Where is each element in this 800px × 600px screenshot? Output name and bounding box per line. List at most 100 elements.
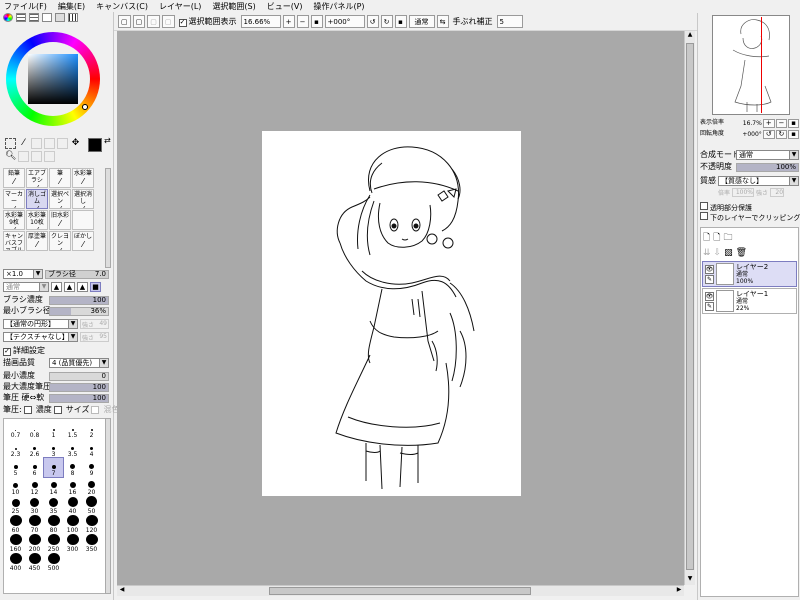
- nav-zoom-out-button[interactable]: −: [775, 118, 788, 128]
- brush-size-6[interactable]: 2.6: [25, 439, 44, 458]
- scratchpad-tab-icon[interactable]: [55, 13, 65, 22]
- tool-0-2[interactable]: 筆 ⁄: [49, 168, 71, 188]
- flip-button[interactable]: ⇆: [436, 15, 449, 28]
- tool-2-1[interactable]: 水彩筆10枚⁄: [26, 210, 48, 230]
- new-linework-layer-icon[interactable]: 🗋: [713, 230, 720, 246]
- view-mode-button[interactable]: 通常: [408, 15, 435, 28]
- show-selection-toggle[interactable]: ✓ 選択範囲表示: [177, 16, 239, 27]
- brush-size-18[interactable]: 16: [63, 477, 82, 496]
- brush-size-14[interactable]: 9: [82, 458, 101, 477]
- rotate-reset-button[interactable]: ▪: [394, 15, 407, 28]
- brush-size-7[interactable]: 3: [44, 439, 63, 458]
- tool-1-3[interactable]: 選択消し⁄: [72, 189, 94, 209]
- eye-icon[interactable]: 👁: [705, 264, 714, 274]
- max-density-slider[interactable]: 100: [49, 382, 109, 392]
- new-folder-icon[interactable]: 🗀: [724, 230, 733, 246]
- brush-size-12[interactable]: 7: [43, 457, 64, 478]
- pencil-icon[interactable]: ✎: [705, 274, 714, 284]
- brush-size-27[interactable]: 80: [44, 515, 63, 534]
- blend-mode-dropdown[interactable]: 通常 ▼: [736, 150, 799, 160]
- zoom-reset-button[interactable]: ▪: [310, 15, 323, 28]
- horizontal-scroll-thumb[interactable]: [269, 587, 531, 595]
- brush-size-33[interactable]: 300: [63, 534, 82, 553]
- menu-item-4[interactable]: 選択範囲(S): [212, 1, 255, 12]
- tool-3-2[interactable]: クレヨン⁄: [49, 231, 71, 251]
- brush-density-slider[interactable]: 100: [49, 295, 109, 305]
- quality-dropdown[interactable]: 4 (品質優先) ▼: [49, 358, 109, 368]
- eyedropper-icon[interactable]: ⁄: [18, 138, 29, 149]
- swatches-tab-icon[interactable]: [68, 13, 78, 22]
- brush-size-26[interactable]: 70: [25, 515, 44, 534]
- deselect-button[interactable]: ▢: [118, 15, 131, 28]
- edge-medium-icon[interactable]: ▲: [64, 282, 75, 292]
- tool-0-3[interactable]: 水彩筆 ⁄: [72, 168, 94, 188]
- eye-icon[interactable]: 👁: [705, 291, 714, 301]
- menu-item-2[interactable]: キャンバス(C): [96, 1, 148, 12]
- scroll-up-arrow-icon[interactable]: ▲: [685, 31, 695, 41]
- brush-size-23[interactable]: 40: [63, 496, 82, 515]
- saturation-value-square[interactable]: [28, 54, 78, 104]
- nav-zoom-reset-button[interactable]: ▪: [788, 118, 799, 128]
- opacity-slider[interactable]: 100%: [736, 162, 799, 172]
- brush-size-29[interactable]: 120: [82, 515, 101, 534]
- edge-soft-icon[interactable]: ▲: [77, 282, 88, 292]
- tool-3-3[interactable]: ぼかし ⁄: [72, 231, 94, 251]
- layer-row[interactable]: 👁 ✎ レイヤー2 通常 100%: [702, 261, 797, 287]
- vertical-scrollbar[interactable]: ▲ ▼: [684, 31, 695, 585]
- brush-size-35[interactable]: 400: [6, 553, 25, 572]
- brush-size-2[interactable]: 1: [44, 420, 63, 439]
- tool-1-1[interactable]: 消しゴム⁄: [26, 189, 48, 209]
- brush-size-22[interactable]: 35: [44, 496, 63, 515]
- brush-size-9[interactable]: 4: [82, 439, 101, 458]
- nav-rotate-left-button[interactable]: ↺: [762, 129, 775, 139]
- clear-layer-icon[interactable]: ▧: [724, 248, 733, 258]
- brush-size-1[interactable]: 0.8: [25, 420, 44, 439]
- pressure-mix-checkbox[interactable]: [91, 406, 100, 414]
- pencil-icon[interactable]: ✎: [705, 301, 714, 311]
- nav-rotate-right-button[interactable]: ↻: [775, 129, 788, 139]
- tool-2-2[interactable]: 旧水彩 ⁄: [49, 210, 71, 230]
- transfer-down-icon[interactable]: ⇊: [703, 248, 711, 258]
- pressure-slider[interactable]: 100: [49, 393, 109, 403]
- brush-size-20[interactable]: 25: [6, 496, 25, 515]
- tool-2-0[interactable]: 水彩筆9枚⁄: [3, 210, 25, 230]
- brush-size-25[interactable]: 60: [6, 515, 25, 534]
- color-picker-handle[interactable]: [82, 104, 88, 110]
- tool-0-1[interactable]: エアブラシ⁄: [26, 168, 48, 188]
- scroll-down-arrow-icon[interactable]: ▼: [685, 575, 695, 585]
- pressure-size-checkbox[interactable]: [53, 406, 62, 414]
- clipping-toggle[interactable]: 下のレイヤーでクリッピング: [700, 212, 800, 223]
- detail-settings-toggle[interactable]: ✓ 詳細設定: [3, 346, 45, 356]
- scroll-left-arrow-icon[interactable]: ◀: [117, 586, 127, 596]
- menu-item-0[interactable]: ファイル(F): [4, 1, 47, 12]
- layer-row[interactable]: 👁 ✎ レイヤー1 通常 22%: [702, 288, 797, 314]
- min-brush-size-slider[interactable]: 36%: [49, 306, 109, 316]
- tool-3-0[interactable]: キャンバスファブル⁄: [3, 231, 25, 251]
- brush-size-13[interactable]: 8: [63, 458, 82, 477]
- menu-item-3[interactable]: レイヤー(L): [159, 1, 201, 12]
- brush-size-21[interactable]: 30: [25, 496, 44, 515]
- brush-size-8[interactable]: 3.5: [63, 439, 82, 458]
- menu-item-1[interactable]: 編集(E): [58, 1, 85, 12]
- zoom-out-button[interactable]: −: [296, 15, 309, 28]
- min-density-slider[interactable]: 0: [49, 371, 109, 381]
- zoom-in-button[interactable]: +: [282, 15, 295, 28]
- brush-size-36[interactable]: 450: [25, 553, 44, 572]
- brush-size-5[interactable]: 2.3: [6, 439, 25, 458]
- new-layer-icon[interactable]: 🗋: [703, 230, 710, 246]
- rgb-slider-tab-icon[interactable]: [16, 13, 26, 22]
- invert-selection-button[interactable]: ▢: [132, 15, 146, 28]
- brush-size-34[interactable]: 350: [82, 534, 101, 553]
- brush-texture-dropdown[interactable]: 【テクスチャなし】 ▼: [3, 332, 78, 342]
- brush-size-11[interactable]: 6: [25, 458, 44, 477]
- brush-size-32[interactable]: 250: [44, 534, 63, 553]
- hsv-slider-tab-icon[interactable]: [29, 13, 39, 22]
- brush-size-31[interactable]: 200: [25, 534, 44, 553]
- layer-texture-dropdown[interactable]: 【質感なし】 ▼: [718, 176, 799, 186]
- brush-size-3[interactable]: 1.5: [63, 420, 82, 439]
- brush-size-10[interactable]: 5: [6, 458, 25, 477]
- hue-wheel[interactable]: [6, 32, 100, 126]
- brush-size-slider[interactable]: ブラシ径 7.0: [45, 269, 109, 279]
- nav-zoom-in-button[interactable]: +: [762, 118, 775, 128]
- zoom-field[interactable]: 16.66%: [240, 15, 281, 28]
